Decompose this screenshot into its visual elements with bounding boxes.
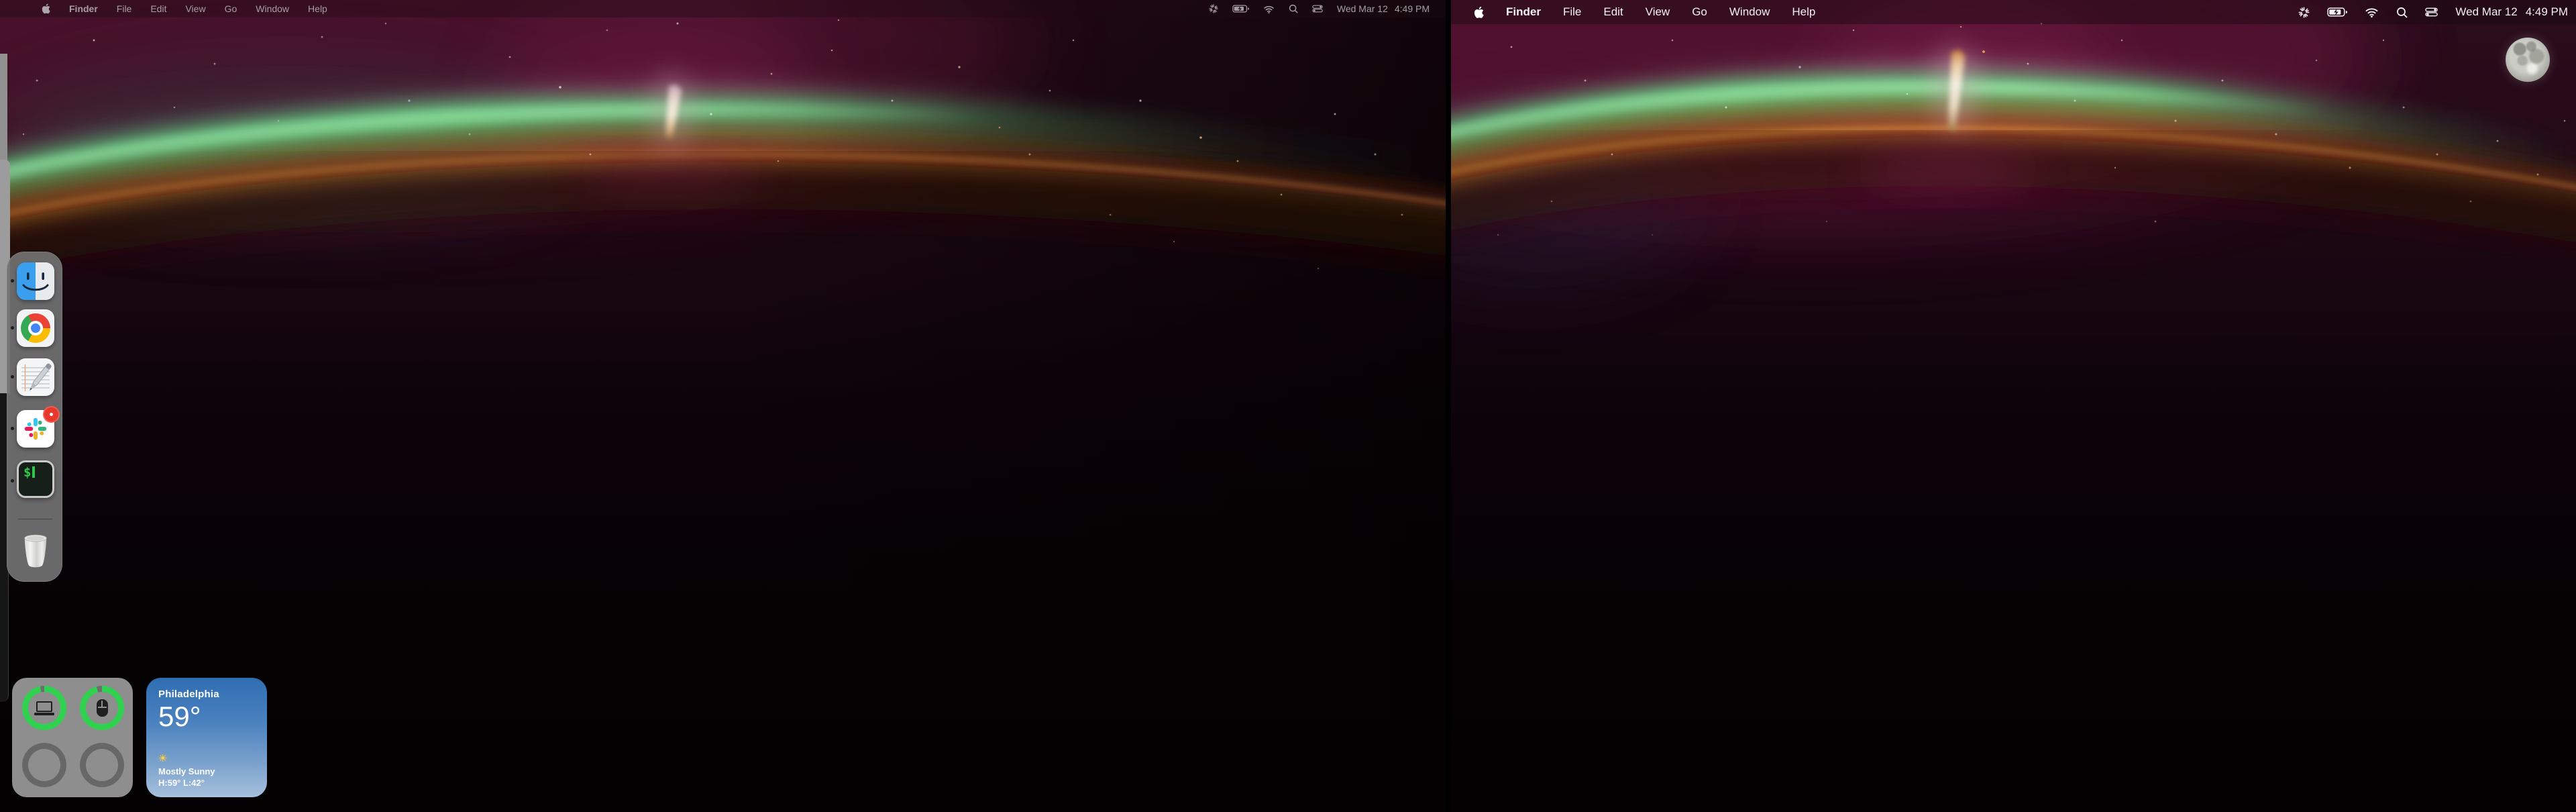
menu-app-name[interactable]: Finder xyxy=(1506,5,1541,19)
aurora-wallpaper-right xyxy=(1451,0,2576,812)
left-display: Finder File Edit View Go Window Help xyxy=(0,0,1446,812)
menu-view[interactable]: View xyxy=(185,3,205,14)
menu-bar-left-display: Finder File Edit View Go Window Help xyxy=(0,0,1446,17)
menu-go[interactable]: Go xyxy=(225,3,237,14)
running-indicator xyxy=(11,375,14,378)
dock-chrome-icon[interactable] xyxy=(17,309,54,347)
menu-bar-clock[interactable]: Wed Mar 12 4:49 PM xyxy=(1337,3,1430,14)
search-icon[interactable] xyxy=(2396,7,2408,18)
terminal-cursor xyxy=(32,466,35,478)
battery-charging-icon[interactable] xyxy=(2327,7,2347,17)
search-icon[interactable] xyxy=(1289,4,1298,13)
weather-condition: Mostly Sunny xyxy=(158,766,256,776)
menu-bar-clock[interactable]: Wed Mar 12 4:49 PM xyxy=(2455,5,2568,19)
menu-bar-right-display: Finder File Edit View Go Window Help xyxy=(1451,0,2576,24)
wifi-icon[interactable] xyxy=(2365,7,2379,17)
battery-ring-empty xyxy=(80,743,124,787)
weather-high-low: H:59° L:42° xyxy=(158,778,256,788)
weather-temperature: 59° xyxy=(158,701,256,731)
menu-file[interactable]: File xyxy=(117,3,132,14)
batteries-widget[interactable] xyxy=(12,678,133,797)
menu-help[interactable]: Help xyxy=(1792,5,1815,19)
clock-time: 4:49 PM xyxy=(2526,5,2568,19)
slack-notification-badge xyxy=(43,406,60,423)
dock-finder-icon[interactable] xyxy=(17,262,54,300)
dock-terminal-icon[interactable]: $ xyxy=(17,460,54,498)
terminal-prompt: $ xyxy=(23,465,31,480)
moon-desktop-picture[interactable] xyxy=(2506,38,2550,82)
clock-date: Wed Mar 12 xyxy=(1337,3,1388,14)
running-indicator xyxy=(11,479,14,483)
running-indicator xyxy=(11,279,14,283)
sunburst-icon[interactable] xyxy=(1209,4,1218,13)
dock: $ xyxy=(7,252,62,582)
control-center-icon[interactable] xyxy=(1312,5,1323,13)
battery-ring-laptop xyxy=(22,686,66,730)
menu-view[interactable]: View xyxy=(1646,5,1670,19)
mouse-icon xyxy=(97,699,108,717)
chrome-logo xyxy=(21,313,50,343)
clock-date: Wed Mar 12 xyxy=(2455,5,2517,19)
dual-display-desktop: { "colors": { "battery_ring_green": "#2f… xyxy=(0,0,2576,812)
wifi-icon[interactable] xyxy=(1263,5,1275,13)
apple-menu-icon[interactable] xyxy=(42,3,50,14)
battery-ring-mouse xyxy=(80,686,124,730)
menu-edit[interactable]: Edit xyxy=(150,3,166,14)
menu-edit[interactable]: Edit xyxy=(1603,5,1623,19)
weather-city: Philadelphia xyxy=(158,689,256,700)
laptop-icon xyxy=(34,701,54,715)
menu-go[interactable]: Go xyxy=(1692,5,1707,19)
menu-file[interactable]: File xyxy=(1563,5,1581,19)
dock-textedit-icon[interactable] xyxy=(17,358,54,396)
dock-trash-icon[interactable] xyxy=(17,532,54,574)
menu-help[interactable]: Help xyxy=(308,3,327,14)
menu-window[interactable]: Window xyxy=(1729,5,1770,19)
menu-app-name[interactable]: Finder xyxy=(69,3,98,14)
sunburst-icon[interactable] xyxy=(2298,7,2310,18)
battery-ring-empty xyxy=(22,743,66,787)
running-indicator xyxy=(11,427,14,430)
running-indicator xyxy=(11,326,14,329)
dock-slack-icon[interactable] xyxy=(17,410,54,448)
right-display: Finder File Edit View Go Window Help xyxy=(1451,0,2576,812)
sun-icon: ☀ xyxy=(158,752,256,764)
apple-menu-icon[interactable] xyxy=(1474,6,1484,19)
offscreen-window-edge-light[interactable] xyxy=(0,54,7,162)
menu-window[interactable]: Window xyxy=(256,3,289,14)
weather-widget[interactable]: Philadelphia 59° ☀ Mostly Sunny H:59° L:… xyxy=(146,678,267,797)
battery-charging-icon[interactable] xyxy=(1232,5,1249,13)
control-center-icon[interactable] xyxy=(2425,7,2438,17)
clock-time: 4:49 PM xyxy=(1395,3,1430,14)
